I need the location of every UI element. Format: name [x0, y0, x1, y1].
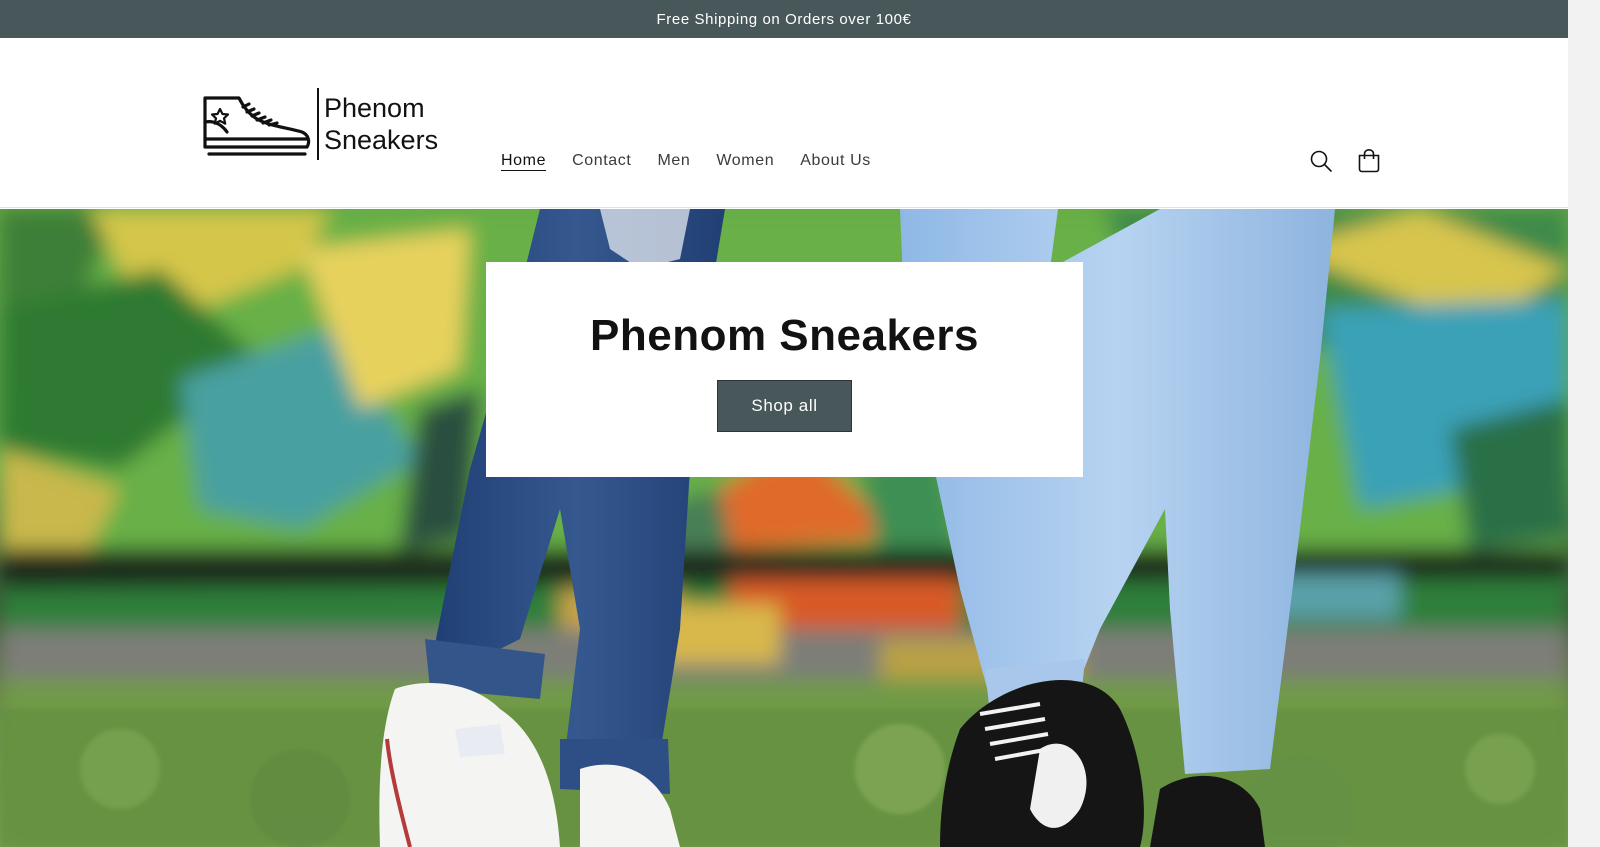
logo-text-line1: Phenom: [324, 93, 425, 123]
logo-text: Phenom Sneakers: [324, 92, 438, 156]
search-button[interactable]: [1306, 144, 1336, 178]
header-icons: [1306, 144, 1384, 178]
logo-divider: [317, 88, 319, 160]
hero-banner: Phenom Sneakers Shop all: [0, 209, 1568, 847]
announcement-text: Free Shipping on Orders over 100€: [656, 10, 912, 28]
site-logo[interactable]: Phenom Sneakers: [199, 87, 438, 161]
nav-item-home[interactable]: Home: [488, 151, 559, 171]
nav-item-about-us[interactable]: About Us: [787, 151, 884, 171]
cart-icon: [1358, 148, 1380, 173]
nav-item-men[interactable]: Men: [644, 151, 703, 171]
storefront-page: Free Shipping on Orders over 100€ Phenom…: [0, 0, 1568, 847]
sneaker-logo-icon: [203, 96, 311, 156]
announcement-bar: Free Shipping on Orders over 100€: [0, 0, 1568, 38]
cart-button[interactable]: [1354, 144, 1384, 178]
search-icon: [1310, 150, 1332, 172]
site-header: Phenom Sneakers Home Contact Men Women A…: [0, 38, 1568, 208]
logo-text-line2: Sneakers: [324, 125, 439, 155]
nav-item-contact[interactable]: Contact: [559, 151, 644, 171]
hero-text-box: Phenom Sneakers Shop all: [486, 262, 1083, 477]
hero-title: Phenom Sneakers: [590, 311, 979, 360]
shop-all-button[interactable]: Shop all: [717, 380, 852, 432]
window-scrollbar[interactable]: [1568, 0, 1600, 847]
main-nav: Home Contact Men Women About Us: [488, 151, 884, 171]
nav-item-women[interactable]: Women: [703, 151, 787, 171]
